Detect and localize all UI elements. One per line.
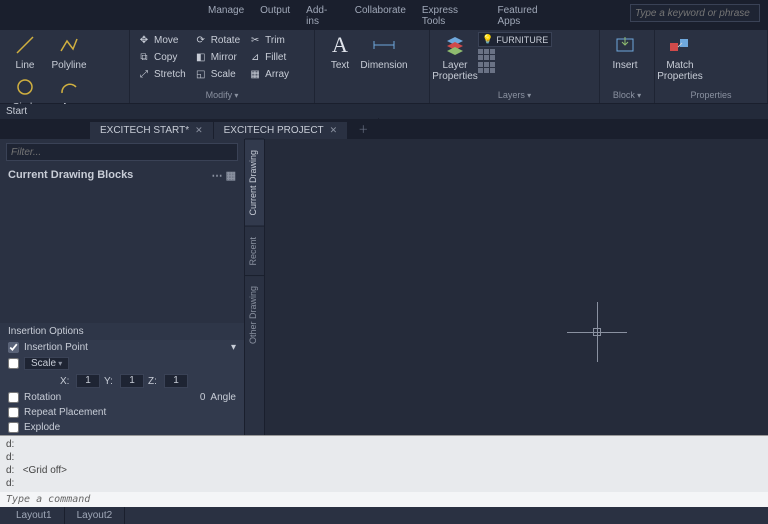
workspace: Current Drawing Blocks ⋯ ▦ Insertion Opt… — [0, 139, 768, 435]
rotation-angle-input[interactable]: 0 — [200, 392, 206, 403]
trim-icon: ✂ — [248, 33, 262, 47]
dimension-button[interactable]: Dimension — [363, 32, 405, 72]
scale-icon: ◱ — [194, 67, 208, 81]
copy-button[interactable]: ⧉Copy — [134, 49, 189, 65]
layer-tools-grid[interactable] — [478, 62, 552, 73]
scale-xyz-row: X:1 Y:1 Z:1 — [0, 372, 244, 390]
command-input[interactable]: Type a command — [0, 492, 768, 507]
match-properties-button[interactable]: Match Properties — [659, 32, 701, 83]
insertion-point-checkbox[interactable] — [8, 342, 19, 353]
palette-body — [0, 186, 244, 323]
blocks-palette: Current Drawing Blocks ⋯ ▦ Insertion Opt… — [0, 139, 245, 435]
polyline-button[interactable]: Polyline — [48, 32, 90, 72]
rotation-checkbox[interactable] — [8, 392, 19, 403]
layers-panel-label[interactable]: Layers — [434, 89, 595, 101]
document-tab[interactable]: EXCITECH PROJECT✕ — [214, 122, 349, 139]
insertion-options-header[interactable]: Insertion Options — [0, 323, 244, 340]
rotation-label: Rotation — [24, 392, 61, 403]
layout-tab[interactable]: Layout1 — [4, 507, 65, 524]
crosshair-cursor — [567, 302, 627, 362]
scale-z-input[interactable]: 1 — [164, 374, 188, 388]
document-tab[interactable]: EXCITECH START*✕ — [90, 122, 214, 139]
block-panel-label[interactable]: Block — [604, 89, 650, 101]
close-icon[interactable]: ✕ — [195, 125, 203, 136]
move-button[interactable]: ✥Move — [134, 32, 189, 48]
scale-button[interactable]: ◱Scale — [191, 66, 243, 82]
explode-checkbox[interactable] — [8, 422, 19, 433]
repeat-placement-checkbox[interactable] — [8, 407, 19, 418]
repeat-placement-label: Repeat Placement — [24, 407, 106, 418]
layer-dropdown[interactable]: 💡FURNITURE — [478, 32, 552, 47]
stretch-icon: ⤢ — [137, 67, 151, 81]
palette-filter-input[interactable] — [6, 143, 238, 161]
array-icon: ▦ — [248, 67, 262, 81]
line-button[interactable]: Line — [4, 32, 46, 72]
quick-access-bar: Start — [0, 104, 768, 119]
copy-icon: ⧉ — [137, 50, 151, 64]
scale-checkbox[interactable] — [8, 358, 19, 369]
help-search-input[interactable] — [630, 4, 760, 22]
layout-tab[interactable]: Layout2 — [65, 507, 126, 524]
text-icon: A — [328, 33, 352, 57]
document-tab-strip: EXCITECH START*✕ EXCITECH PROJECT✕ ＋ — [0, 119, 768, 139]
insertion-point-label: Insertion Point — [24, 342, 88, 353]
insertion-options-panel: Insertion Options Insertion Point ▾ Scale… — [0, 323, 244, 435]
trim-button[interactable]: ✂Trim — [245, 32, 292, 48]
ribbon: Line Polyline Circle Arc Draw ✥Move ⧉Cop… — [0, 30, 768, 104]
palette-options-icon[interactable]: ⋯ ▦ — [212, 169, 236, 182]
explode-label: Explode — [24, 422, 60, 433]
drawing-canvas[interactable] — [265, 139, 768, 435]
ribbon-tab[interactable]: Add-ins — [298, 2, 347, 30]
rotate-icon: ⟳ — [194, 33, 208, 47]
layer-tools-grid[interactable] — [478, 49, 552, 60]
ribbon-tab[interactable]: Express Tools — [414, 2, 490, 30]
stretch-button[interactable]: ⤢Stretch — [134, 66, 189, 82]
move-icon: ✥ — [137, 33, 151, 47]
modify-panel-label[interactable]: Modify — [134, 89, 310, 101]
side-tab-other-drawing[interactable]: Other Drawing — [245, 275, 264, 354]
palette-side-tabs: Current Drawing Recent Other Drawing — [245, 139, 265, 435]
side-tab-current-drawing[interactable]: Current Drawing — [245, 139, 264, 226]
scale-x-input[interactable]: 1 — [76, 374, 100, 388]
side-tab-recent[interactable]: Recent — [245, 226, 264, 276]
new-tab-button[interactable]: ＋ — [348, 118, 379, 139]
scale-y-input[interactable]: 1 — [120, 374, 144, 388]
angle-label: Angle — [210, 392, 236, 403]
ribbon-tab[interactable]: Output — [252, 2, 298, 30]
mirror-icon: ◧ — [194, 50, 208, 64]
rotate-button[interactable]: ⟳Rotate — [191, 32, 243, 48]
palette-title: Current Drawing Blocks ⋯ ▦ — [0, 165, 244, 186]
ribbon-tab[interactable]: Featured Apps — [490, 2, 568, 30]
text-button[interactable]: AText — [319, 32, 361, 72]
start-tab[interactable]: Start — [6, 106, 27, 117]
insert-button[interactable]: Insert — [604, 32, 646, 72]
fillet-button[interactable]: ⊿Fillet — [245, 49, 292, 65]
ribbon-tab[interactable]: Manage — [200, 2, 252, 30]
command-history: d: d: d: <Grid off> d: — [0, 435, 768, 492]
properties-panel-label: Properties — [659, 89, 763, 101]
fillet-icon: ⊿ — [248, 50, 262, 64]
app-window: Manage Output Add-ins Collaborate Expres… — [0, 0, 768, 524]
chevron-down-icon[interactable]: ▾ — [231, 342, 236, 353]
mirror-button[interactable]: ◧Mirror — [191, 49, 243, 65]
array-button[interactable]: ▦Array — [245, 66, 292, 82]
layer-properties-button[interactable]: Layer Properties — [434, 32, 476, 83]
lightbulb-icon: 💡 — [482, 34, 493, 45]
ribbon-tab[interactable]: Collaborate — [347, 2, 414, 30]
close-icon[interactable]: ✕ — [330, 125, 338, 136]
layout-tab-strip: Layout1 Layout2 — [0, 507, 768, 524]
scale-dropdown[interactable]: Scale — [24, 357, 69, 370]
